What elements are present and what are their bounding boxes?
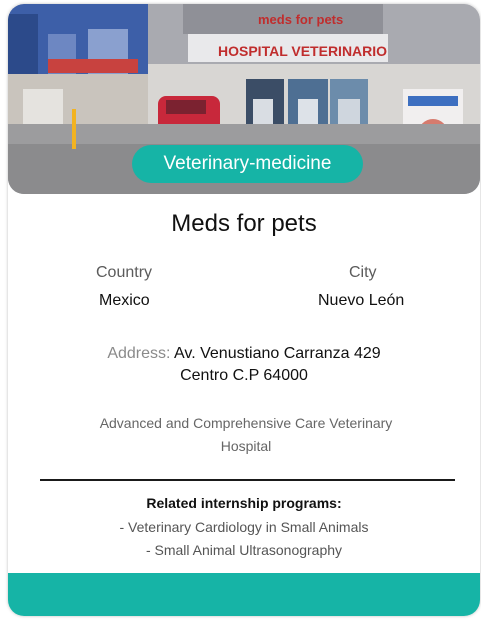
programs-heading: Related internship programs: — [146, 495, 342, 511]
clinic-card[interactable]: HOSPITAL VETERINARIO meds for pets Veter… — [8, 4, 480, 616]
program-item: - Veterinary Cardiology in Small Animals — [119, 519, 369, 535]
address-line2: Centro C.P 64000 — [180, 367, 308, 384]
category-badge[interactable]: Veterinary-medicine — [132, 145, 363, 183]
country-label: Country — [96, 264, 153, 281]
address-line1: Av. Venustiano Carranza 429 — [174, 345, 381, 362]
roof-sign-text: meds for pets — [258, 12, 343, 27]
hospital-sign-text: HOSPITAL VETERINARIO — [218, 43, 387, 59]
city-value: Nuevo León — [318, 292, 405, 309]
clinic-description: Advanced and Comprehensive Care Veterina… — [99, 415, 393, 454]
city-label: City — [349, 264, 377, 281]
address-block: Address: Av. Venustiano Carranza 429 Cen… — [8, 343, 480, 387]
clinic-title: Meds for pets — [171, 210, 317, 237]
program-item: - Small Animal Ultrasonography — [145, 542, 343, 558]
country-value: Mexico — [99, 292, 150, 309]
address-label: Address: — [107, 345, 171, 362]
card-footer-bar[interactable] — [8, 573, 480, 616]
divider — [40, 479, 455, 481]
